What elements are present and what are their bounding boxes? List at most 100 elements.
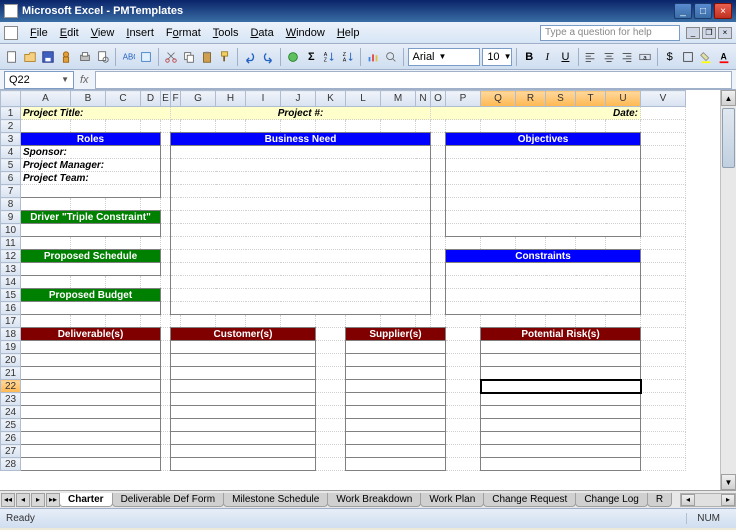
menu-edit[interactable]: Edit	[54, 25, 85, 41]
row-header-16[interactable]: 16	[1, 302, 21, 315]
mdi-close-button[interactable]: ×	[718, 27, 732, 39]
cell-E27[interactable]	[161, 445, 171, 458]
cell-O7[interactable]	[431, 185, 446, 198]
cell-F4[interactable]	[171, 146, 431, 159]
cell-P3[interactable]: Objectives	[446, 133, 641, 146]
cell-F22[interactable]	[171, 380, 316, 393]
cell-A19[interactable]	[21, 341, 161, 354]
sheet-tab-deliverable-def-form[interactable]: Deliverable Def Form	[112, 493, 224, 507]
cell-F19[interactable]	[171, 341, 316, 354]
cell-R2[interactable]	[516, 120, 546, 133]
col-header-B[interactable]: B	[71, 91, 106, 107]
cell-Q19[interactable]	[481, 341, 641, 354]
cell-L21[interactable]	[346, 367, 446, 380]
row-header-17[interactable]: 17	[1, 315, 21, 328]
new-button[interactable]	[4, 47, 20, 67]
col-header-H[interactable]: H	[216, 91, 246, 107]
cell-V27[interactable]	[641, 445, 686, 458]
cell-L25[interactable]	[346, 419, 446, 432]
cell-E21[interactable]	[161, 367, 171, 380]
col-header-I[interactable]: I	[246, 91, 281, 107]
cell-B14[interactable]	[71, 276, 106, 289]
cell-O5[interactable]	[431, 159, 446, 172]
cell-I2[interactable]	[246, 120, 281, 133]
cell-E24[interactable]	[161, 406, 171, 419]
cell-P12[interactable]: Constraints	[446, 250, 641, 263]
align-left-button[interactable]	[582, 47, 598, 67]
cell-F13[interactable]	[171, 263, 431, 276]
cell-E2[interactable]	[161, 120, 171, 133]
cell-A13[interactable]	[21, 263, 161, 276]
cell-P6[interactable]	[446, 172, 641, 185]
cell-F6[interactable]	[171, 172, 431, 185]
merge-center-button[interactable]: a	[637, 47, 653, 67]
cell-V13[interactable]	[641, 263, 686, 276]
cell-R11[interactable]	[516, 237, 546, 250]
cell-P10[interactable]	[446, 224, 641, 237]
sort-asc-button[interactable]: AZ	[321, 47, 337, 67]
cell-F23[interactable]	[171, 393, 316, 406]
font-color-button[interactable]: A	[716, 47, 732, 67]
col-header-J[interactable]: J	[281, 91, 316, 107]
cell-U2[interactable]	[606, 120, 641, 133]
cell-L18[interactable]: Supplier(s)	[346, 328, 446, 341]
cell-A21[interactable]	[21, 367, 161, 380]
cell-L28[interactable]	[346, 458, 446, 471]
cell-K20[interactable]	[316, 354, 346, 367]
maximize-button[interactable]: □	[694, 3, 712, 19]
cell-F1[interactable]: Project #:	[171, 107, 431, 120]
row-header-6[interactable]: 6	[1, 172, 21, 185]
cell-B11[interactable]	[71, 237, 106, 250]
name-box[interactable]: Q22 ▼	[4, 71, 74, 89]
cell-K27[interactable]	[316, 445, 346, 458]
cell-F2[interactable]	[171, 120, 181, 133]
cell-V20[interactable]	[641, 354, 686, 367]
cell-V11[interactable]	[641, 237, 686, 250]
cell-G17[interactable]	[181, 315, 216, 328]
col-header-P[interactable]: P	[446, 91, 481, 107]
col-header-A[interactable]: A	[21, 91, 71, 107]
cell-L17[interactable]	[346, 315, 381, 328]
menu-format[interactable]: Format	[160, 25, 207, 41]
cell-D2[interactable]	[141, 120, 161, 133]
cell-V10[interactable]	[641, 224, 686, 237]
cell-C2[interactable]	[106, 120, 141, 133]
cell-M17[interactable]	[381, 315, 416, 328]
row-header-15[interactable]: 15	[1, 289, 21, 302]
cell-A23[interactable]	[21, 393, 161, 406]
cell-A28[interactable]	[21, 458, 161, 471]
cell-C11[interactable]	[106, 237, 141, 250]
menu-tools[interactable]: Tools	[207, 25, 245, 41]
font-selector[interactable]: Arial▼	[408, 48, 481, 66]
cell-E15[interactable]	[161, 289, 171, 302]
cell-Q2[interactable]	[481, 120, 516, 133]
cell-E13[interactable]	[161, 263, 171, 276]
cell-Q24[interactable]	[481, 406, 641, 419]
cell-E3[interactable]	[161, 133, 171, 146]
cell-P13[interactable]	[446, 263, 641, 276]
cell-E7[interactable]	[161, 185, 171, 198]
cell-A4[interactable]: Sponsor:	[21, 146, 161, 159]
cut-button[interactable]	[163, 47, 179, 67]
italic-button[interactable]: I	[539, 47, 555, 67]
cell-A26[interactable]	[21, 432, 161, 445]
cell-P19[interactable]	[446, 341, 481, 354]
open-button[interactable]	[22, 47, 38, 67]
paste-button[interactable]	[199, 47, 215, 67]
cell-T17[interactable]	[576, 315, 606, 328]
cell-V24[interactable]	[641, 406, 686, 419]
cell-Q23[interactable]	[481, 393, 641, 406]
col-header-T[interactable]: T	[576, 91, 606, 107]
cell-F12[interactable]	[171, 250, 431, 263]
vertical-scrollbar[interactable]: ▲ ▼	[720, 90, 736, 490]
cell-U17[interactable]	[606, 315, 641, 328]
cell-E6[interactable]	[161, 172, 171, 185]
hyperlink-button[interactable]	[285, 47, 301, 67]
cell-F8[interactable]	[171, 198, 431, 211]
cell-A6[interactable]: Project Team:	[21, 172, 161, 185]
cell-A15[interactable]: Proposed Budget	[21, 289, 161, 302]
cell-P28[interactable]	[446, 458, 481, 471]
row-header-25[interactable]: 25	[1, 419, 21, 432]
cell-A1[interactable]: Project Title:	[21, 107, 171, 120]
menu-help[interactable]: Help	[331, 25, 366, 41]
